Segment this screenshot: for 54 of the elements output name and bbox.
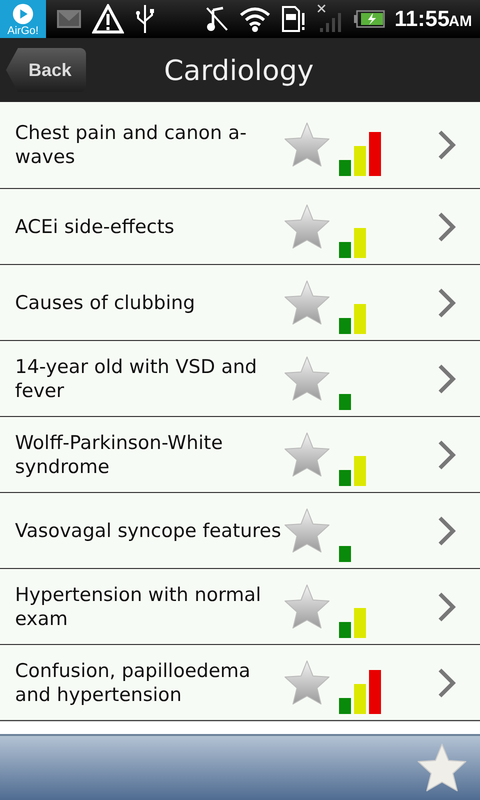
favorite-star-icon[interactable] — [283, 506, 331, 554]
difficulty-bars-icon — [339, 670, 381, 714]
chevron-right-icon — [437, 286, 457, 318]
mail-icon — [56, 9, 82, 29]
clock-time: 11:55 — [394, 6, 450, 31]
topic-row[interactable]: ACEi side-effects — [0, 189, 480, 265]
topic-row[interactable]: Vasovagal syncope features — [0, 493, 480, 569]
topic-row[interactable]: Chest pain and canon a-waves — [0, 102, 480, 189]
chevron-right-icon — [437, 438, 457, 470]
difficulty-bars-icon — [339, 132, 381, 176]
topic-row[interactable]: Hypertension with normal exam — [0, 569, 480, 645]
back-button[interactable]: Back — [6, 48, 86, 92]
topic-title: Chest pain and canon a-waves — [15, 121, 248, 169]
sim-card-icon — [280, 5, 307, 33]
difficulty-bars-icon — [339, 228, 366, 258]
favorite-star-icon[interactable] — [283, 354, 331, 402]
sound-off-icon — [204, 6, 229, 32]
topic-row[interactable]: Causes of clubbing — [0, 265, 480, 341]
difficulty-bars-icon — [339, 456, 366, 486]
favorite-star-icon[interactable] — [283, 278, 331, 326]
battery-charging-icon — [352, 10, 385, 28]
topic-title: Causes of clubbing — [15, 290, 196, 314]
topic-title: ACEi side-effects — [15, 214, 176, 238]
app-label: AirGo! — [7, 25, 39, 38]
favorite-star-icon[interactable] — [283, 121, 331, 169]
topic-row[interactable]: Wolff-Parkinson-White syndrome — [0, 417, 480, 493]
topic-row[interactable]: 14-year old with VSD and fever — [0, 341, 480, 417]
difficulty-bars-icon — [339, 304, 366, 334]
topic-title: Wolff-Parkinson-White syndrome — [15, 430, 224, 478]
chevron-right-icon — [437, 210, 457, 242]
topic-title: Confusion, papilloedema and hypertension — [15, 658, 252, 706]
difficulty-bars-icon — [339, 394, 351, 410]
warning-icon — [92, 4, 124, 34]
no-signal-icon — [316, 4, 343, 34]
favorites-star-icon[interactable] — [416, 742, 468, 794]
chevron-right-icon — [437, 666, 457, 698]
play-icon — [11, 3, 35, 25]
favorite-star-icon[interactable] — [283, 658, 331, 706]
screen-title: Cardiology — [164, 54, 314, 86]
clock-meridiem: AM — [448, 13, 472, 30]
usb-icon — [134, 4, 156, 34]
difficulty-bars-icon — [339, 608, 366, 638]
topic-title: Vasovagal syncope features — [15, 518, 282, 542]
chevron-right-icon — [437, 590, 457, 622]
wifi-icon — [238, 6, 271, 32]
favorite-star-icon[interactable] — [283, 582, 331, 630]
difficulty-bars-icon — [339, 546, 351, 562]
favorite-star-icon[interactable] — [283, 202, 331, 250]
chevron-right-icon — [437, 129, 457, 161]
topic-title: 14-year old with VSD and fever — [15, 354, 258, 402]
chevron-right-icon — [437, 514, 457, 546]
topic-title: Hypertension with normal exam — [15, 582, 262, 630]
chevron-right-icon — [437, 362, 457, 394]
favorite-star-icon[interactable] — [283, 430, 331, 478]
